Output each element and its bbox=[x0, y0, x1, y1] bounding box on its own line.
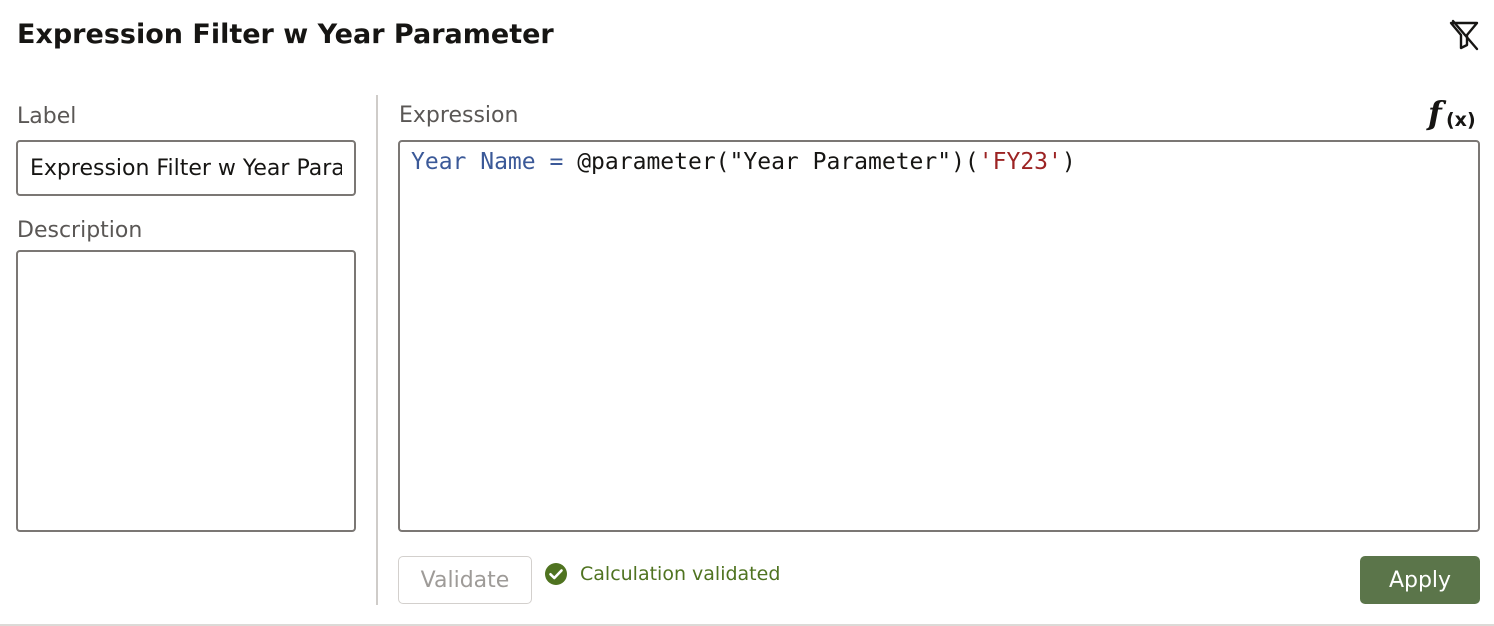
validation-status-text: Calculation validated bbox=[580, 563, 781, 585]
expression-function-token: @parameter("Year Parameter")( bbox=[577, 149, 979, 175]
apply-button[interactable]: Apply bbox=[1360, 556, 1480, 604]
expression-close-token: ) bbox=[1061, 149, 1076, 175]
expression-editor[interactable]: Year Name = @parameter("Year Parameter")… bbox=[398, 140, 1480, 532]
description-input[interactable] bbox=[16, 250, 356, 532]
expression-column-token: Year Name bbox=[411, 149, 536, 175]
svg-text:(x): (x) bbox=[1446, 109, 1476, 131]
validate-button[interactable]: Validate bbox=[398, 556, 532, 604]
expression-heading: Expression bbox=[399, 103, 519, 128]
expression-literal-token: 'FY23' bbox=[978, 149, 1062, 175]
label-input[interactable] bbox=[16, 140, 356, 196]
label-heading: Label bbox=[17, 104, 77, 129]
panel-title: Expression Filter w Year Parameter bbox=[17, 19, 554, 50]
check-circle-icon bbox=[545, 563, 567, 585]
clear-filter-icon[interactable] bbox=[1447, 17, 1481, 51]
validation-status: Calculation validated bbox=[544, 560, 780, 588]
function-fx-icon[interactable]: f (x) bbox=[1426, 94, 1480, 134]
panel-divider bbox=[376, 95, 378, 605]
expression-operator-token: = bbox=[549, 149, 564, 175]
description-heading: Description bbox=[17, 218, 143, 243]
svg-text:f: f bbox=[1426, 94, 1447, 132]
